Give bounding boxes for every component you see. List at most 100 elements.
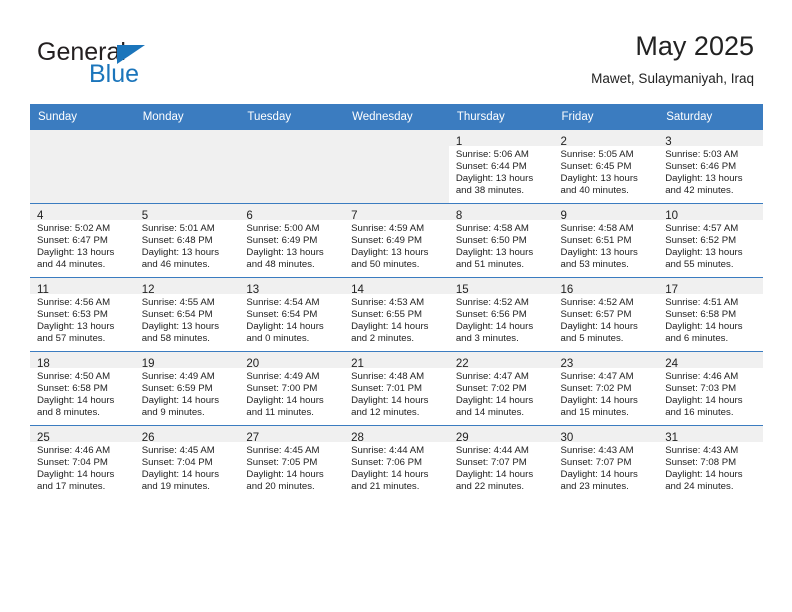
day-number: 23 [560, 358, 574, 370]
sunset-time: Sunset: 7:06 PM [351, 457, 423, 469]
daylight-duration-line2: and 40 minutes. [560, 185, 629, 197]
day-number: 6 [246, 210, 253, 222]
calendar-day-9[interactable]: 9 Sunrise: 4:58 AM Sunset: 6:51 PM Daylight… [553, 203, 659, 277]
day-number: 14 [351, 284, 364, 296]
calendar-cell: 30 Sunrise: 4:43 AM Sunset: 7:07 PM Dayligh… [553, 425, 659, 499]
day-number: 3 [665, 136, 672, 148]
day-number: 1 [455, 136, 463, 148]
calendar-day-7[interactable]: 7 Sunrise: 4:59 AM Sunset: 6:49 PM Daylight… [344, 203, 449, 277]
daylight-duration-line1: Daylight: 13 hours [665, 173, 743, 185]
calendar-day-22[interactable]: 22 Sunrise: 4:47 AM Sunset: 7:02 PM Dayligh… [448, 351, 554, 425]
sunset-time: Sunset: 7:02 PM [455, 383, 527, 395]
calendar-day-14[interactable]: 14 Sunrise: 4:53 AM Sunset: 6:55 PM Dayligh… [344, 277, 449, 351]
day-number-bar: 6 [239, 204, 345, 222]
day-number: 17 [665, 284, 679, 296]
day-number-bar: 30 [553, 426, 659, 444]
calendar-day-31[interactable]: 31 Sunrise: 4:43 AM Sunset: 7:08 PM Dayligh… [658, 425, 763, 499]
sunset-time: Sunset: 7:03 PM [665, 383, 737, 395]
sunrise-time: Sunrise: 4:48 AM [351, 371, 425, 382]
daylight-duration-line1: Daylight: 14 hours [246, 469, 324, 481]
calendar-day-16[interactable]: 16 Sunrise: 4:52 AM Sunset: 6:57 PM Dayligh… [553, 277, 659, 351]
calendar-day-18[interactable]: 18 Sunrise: 4:50 AM Sunset: 6:58 PM Dayligh… [30, 351, 135, 425]
daylight-duration-line1: Daylight: 14 hours [37, 469, 115, 481]
daylight-duration-line2: and 20 minutes. [246, 481, 315, 493]
calendar-cell: 20 Sunrise: 4:49 AM Sunset: 7:00 PM Dayligh… [239, 351, 345, 425]
calendar-day-24[interactable]: 24 Sunrise: 4:46 AM Sunset: 7:03 PM Dayligh… [658, 351, 763, 425]
day-number: 16 [560, 284, 574, 296]
sunrise-time: Sunrise: 4:49 AM [246, 371, 320, 382]
daylight-duration-line2: and 38 minutes. [455, 185, 525, 197]
day-number: 9 [560, 210, 567, 222]
weekday-header-sunday: Sunday [30, 104, 135, 129]
calendar-day-1[interactable]: 1 Sunrise: 5:06 AM Sunset: 6:44 PM Daylight… [448, 129, 554, 203]
sunrise-time: Sunrise: 4:53 AM [351, 297, 425, 308]
daylight-duration-line2: and 6 minutes. [665, 333, 729, 345]
sunset-time: Sunset: 7:05 PM [246, 457, 318, 469]
day-number-bar: 26 [134, 426, 240, 444]
calendar-day-23[interactable]: 23 Sunrise: 4:47 AM Sunset: 7:02 PM Dayligh… [553, 351, 659, 425]
calendar-day-17[interactable]: 17 Sunrise: 4:51 AM Sunset: 6:58 PM Dayligh… [658, 277, 763, 351]
calendar-cell: 13 Sunrise: 4:54 AM Sunset: 6:54 PM Dayligh… [239, 277, 345, 351]
calendar-day-5[interactable]: 5 Sunrise: 5:01 AM Sunset: 6:48 PM Daylight… [134, 203, 240, 277]
day-number: 21 [351, 358, 364, 370]
day-number-bar: 21 [344, 352, 449, 370]
day-number-bar: 25 [30, 426, 135, 444]
general-blue-logo[interactable]: General Blue [37, 38, 257, 90]
sunrise-time: Sunrise: 4:44 AM [455, 445, 529, 456]
sunset-time: Sunset: 6:59 PM [141, 383, 213, 395]
sunset-time: Sunset: 6:51 PM [560, 235, 632, 247]
calendar-day-11[interactable]: 11 Sunrise: 4:56 AM Sunset: 6:53 PM Dayligh… [30, 277, 135, 351]
calendar-cell: 1 Sunrise: 5:06 AM Sunset: 6:44 PM Daylight… [448, 129, 554, 203]
daylight-duration-line2: and 9 minutes. [141, 407, 205, 419]
daylight-duration-line2: and 42 minutes. [665, 185, 734, 197]
calendar-page: General Blue May 2025 Mawet, Sulaymaniya… [0, 0, 792, 612]
daylight-duration-line2: and 58 minutes. [141, 333, 210, 345]
daylight-duration-line2: and 16 minutes. [665, 407, 734, 419]
daylight-duration-line2: and 15 minutes. [560, 407, 629, 419]
day-details: Sunrise: 4:44 AM Sunset: 7:07 PM Daylight:… [449, 442, 554, 493]
calendar-day-19[interactable]: 19 Sunrise: 4:49 AM Sunset: 6:59 PM Dayligh… [134, 351, 240, 425]
calendar-cell: 8 Sunrise: 4:58 AM Sunset: 6:50 PM Daylight… [448, 203, 554, 277]
day-number-bar: 7 [344, 204, 449, 222]
calendar-day-20[interactable]: 20 Sunrise: 4:49 AM Sunset: 7:00 PM Dayligh… [239, 351, 345, 425]
calendar-day-21[interactable]: 21 Sunrise: 4:48 AM Sunset: 7:01 PM Dayligh… [344, 351, 449, 425]
calendar-day-26[interactable]: 26 Sunrise: 4:45 AM Sunset: 7:04 PM Dayligh… [134, 425, 240, 499]
calendar-day-8[interactable]: 8 Sunrise: 4:58 AM Sunset: 6:50 PM Daylight… [448, 203, 554, 277]
daylight-duration-line1: Daylight: 14 hours [141, 469, 220, 481]
calendar-day-30[interactable]: 30 Sunrise: 4:43 AM Sunset: 7:07 PM Dayligh… [553, 425, 659, 499]
calendar-day-27[interactable]: 27 Sunrise: 4:45 AM Sunset: 7:05 PM Dayligh… [239, 425, 345, 499]
daylight-duration-line1: Daylight: 14 hours [560, 395, 638, 407]
calendar-cell: 17 Sunrise: 4:51 AM Sunset: 6:58 PM Dayligh… [658, 277, 763, 351]
day-details: Sunrise: 4:52 AM Sunset: 6:57 PM Daylight:… [554, 294, 659, 345]
day-number-bar: 17 [658, 278, 763, 296]
calendar-day-2[interactable]: 2 Sunrise: 5:05 AM Sunset: 6:45 PM Daylight… [553, 129, 659, 203]
day-details: Sunrise: 4:47 AM Sunset: 7:02 PM Daylight:… [449, 368, 554, 419]
day-details: Sunrise: 4:58 AM Sunset: 6:51 PM Daylight:… [554, 220, 659, 271]
location-subtitle: Mawet, Sulaymaniyah, Iraq [591, 71, 754, 86]
sunset-time: Sunset: 6:48 PM [141, 235, 213, 247]
day-number-bar: 16 [553, 278, 659, 296]
sunset-time: Sunset: 6:55 PM [351, 309, 423, 321]
calendar-day-6[interactable]: 6 Sunrise: 5:00 AM Sunset: 6:49 PM Daylight… [239, 203, 345, 277]
daylight-duration-line1: Daylight: 14 hours [455, 321, 534, 333]
calendar-day-28[interactable]: 28 Sunrise: 4:44 AM Sunset: 7:06 PM Dayligh… [344, 425, 449, 499]
daylight-duration-line2: and 51 minutes. [455, 259, 525, 271]
daylight-duration-line2: and 21 minutes. [351, 481, 420, 493]
day-number-bar: 14 [344, 278, 449, 296]
calendar-cell: 16 Sunrise: 4:52 AM Sunset: 6:57 PM Dayligh… [553, 277, 659, 351]
calendar-day-4[interactable]: 4 Sunrise: 5:02 AM Sunset: 6:47 PM Daylight… [30, 203, 135, 277]
calendar-day-29[interactable]: 29 Sunrise: 4:44 AM Sunset: 7:07 PM Dayligh… [448, 425, 554, 499]
calendar-day-25[interactable]: 25 Sunrise: 4:46 AM Sunset: 7:04 PM Dayligh… [30, 425, 135, 499]
calendar-day-10[interactable]: 10 Sunrise: 4:57 AM Sunset: 6:52 PM Dayligh… [658, 203, 763, 277]
calendar-cell: 28 Sunrise: 4:44 AM Sunset: 7:06 PM Dayligh… [344, 425, 449, 499]
calendar-day-12[interactable]: 12 Sunrise: 4:55 AM Sunset: 6:54 PM Dayligh… [134, 277, 240, 351]
sunset-time: Sunset: 6:49 PM [246, 235, 318, 247]
calendar-day-15[interactable]: 15 Sunrise: 4:52 AM Sunset: 6:56 PM Dayligh… [448, 277, 554, 351]
calendar-day-3[interactable]: 3 Sunrise: 5:03 AM Sunset: 6:46 PM Daylight… [658, 129, 763, 203]
day-number: 19 [141, 358, 155, 370]
day-details: Sunrise: 4:46 AM Sunset: 7:04 PM Daylight:… [30, 442, 135, 493]
calendar-day-13[interactable]: 13 Sunrise: 4:54 AM Sunset: 6:54 PM Dayligh… [239, 277, 345, 351]
day-details: Sunrise: 5:00 AM Sunset: 6:49 PM Daylight:… [239, 220, 344, 271]
sunrise-time: Sunrise: 4:51 AM [665, 297, 739, 308]
daylight-duration-line2: and 0 minutes. [246, 333, 310, 345]
